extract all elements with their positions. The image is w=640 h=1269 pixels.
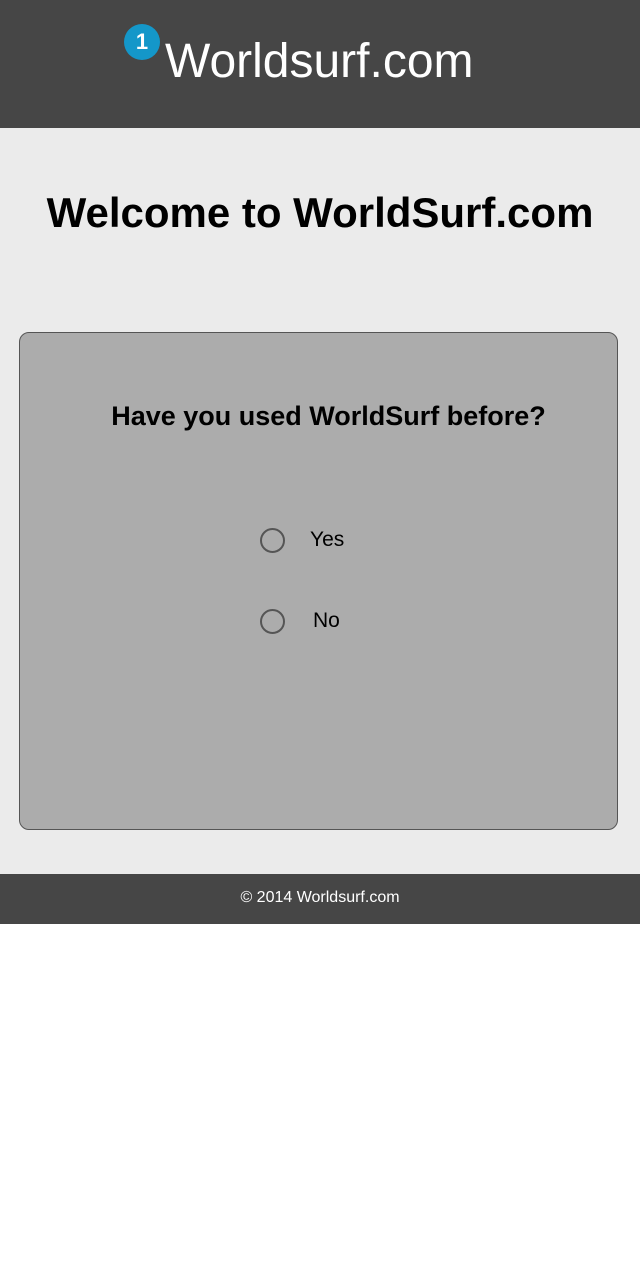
copyright-text: © 2014 Worldsurf.com [240,889,400,906]
step-number-badge: 1 [124,24,160,60]
welcome-heading: Welcome to WorldSurf.com [46,189,594,236]
yes-radio-button[interactable] [260,528,285,553]
yes-label[interactable]: Yes [310,526,344,554]
survey-card: Have you used WorldSurf before? Yes No [19,332,618,830]
no-label[interactable]: No [313,607,340,635]
site-header: 1 Worldsurf.com [0,0,640,128]
site-title[interactable]: Worldsurf.com [165,33,474,91]
main-content: Welcome to WorldSurf.com Have you used W… [0,128,640,874]
no-radio-button[interactable] [260,609,285,634]
survey-question: Have you used WorldSurf before? [111,401,546,431]
site-footer: © 2014 Worldsurf.com [0,874,640,924]
